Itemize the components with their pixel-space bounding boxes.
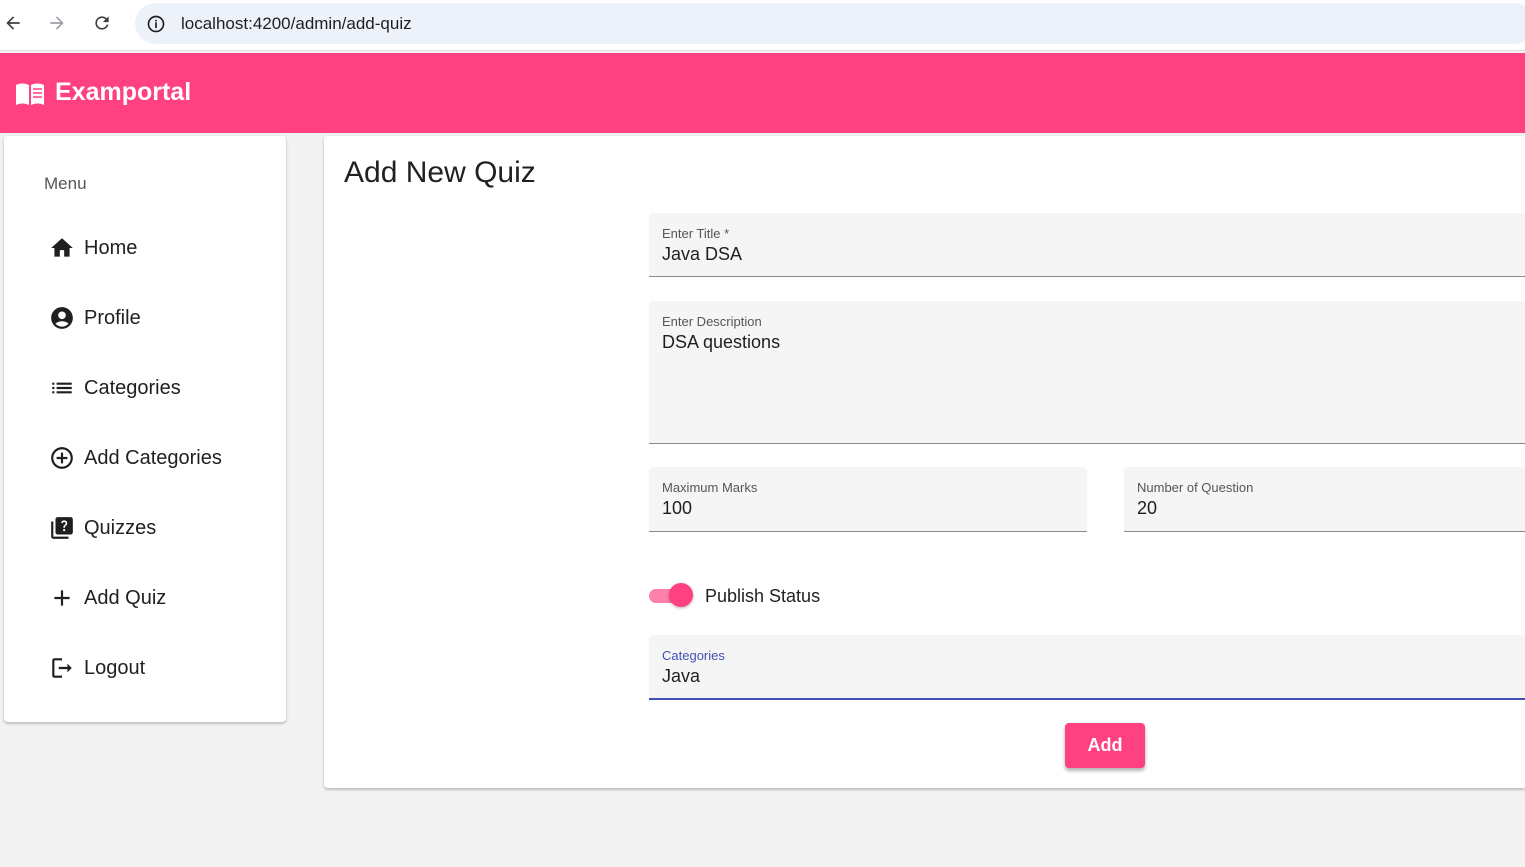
sidebar-item-home[interactable]: Home (48, 228, 268, 268)
categories-select[interactable]: Categories Java (649, 635, 1525, 700)
sidebar-item-logout[interactable]: Logout (48, 648, 268, 688)
back-arrow-icon (6, 16, 20, 30)
sidebar-item-label: Add Categories (84, 446, 222, 469)
add-button[interactable]: Add (1065, 723, 1145, 768)
num-questions-label: Number of Question (1137, 480, 1254, 495)
sidebar-item-categories[interactable]: Categories (48, 368, 268, 408)
switch-thumb[interactable] (669, 583, 693, 607)
sidebar-item-label: Categories (84, 376, 181, 399)
home-icon (48, 234, 76, 262)
title-input[interactable]: Java DSA (662, 244, 1450, 265)
brand-name[interactable]: Examportal (55, 78, 191, 107)
logout-icon (48, 654, 76, 682)
page-title: Add New Quiz (344, 156, 536, 189)
max-marks-input[interactable]: 100 (662, 498, 1056, 519)
quiz-icon (48, 514, 76, 542)
sidebar-item-label: Profile (84, 306, 141, 329)
back-button[interactable] (0, 10, 26, 36)
num-questions-field[interactable]: Number of Question 20 (1124, 467, 1525, 532)
description-textarea[interactable]: DSA questions (662, 332, 1450, 353)
info-icon[interactable] (145, 13, 167, 35)
sidebar-item-profile[interactable]: Profile (48, 298, 268, 338)
max-marks-field[interactable]: Maximum Marks 100 (649, 467, 1087, 532)
publish-status-label: Publish Status (705, 585, 821, 606)
sidebar-item-add-quiz[interactable]: Add Quiz (48, 578, 268, 618)
categories-label: Categories (662, 648, 725, 663)
add-icon (48, 584, 76, 612)
max-marks-label: Maximum Marks (662, 480, 758, 495)
categories-selected-value[interactable]: Java (662, 666, 1450, 687)
sidebar-item-label: Logout (84, 656, 146, 679)
add-quiz-card: Add New Quiz Enter Title * Java DSA Ente… (324, 136, 1525, 788)
app-toolbar: Examportal (0, 53, 1525, 133)
publish-switch[interactable] (649, 583, 693, 607)
description-field-label: Enter Description (662, 314, 762, 329)
browser-toolbar: localhost:4200/admin/add-quiz (0, 0, 1525, 51)
address-bar[interactable]: localhost:4200/admin/add-quiz (135, 3, 1525, 44)
reload-button[interactable] (89, 10, 115, 36)
sidebar-item-label: Home (84, 236, 138, 259)
reload-icon (95, 16, 109, 30)
add-circle-outline-icon (48, 444, 76, 472)
list-icon (48, 374, 76, 402)
sidebar: Menu Home Profile Categories Add Categor… (4, 136, 286, 722)
publish-toggle[interactable]: Publish Status (649, 582, 820, 610)
sidebar-item-label: Quizzes (84, 516, 157, 539)
description-field[interactable]: Enter Description DSA questions (649, 301, 1525, 444)
account-circle-icon (48, 304, 76, 332)
sidebar-item-quizzes[interactable]: Quizzes (48, 508, 268, 548)
num-questions-input[interactable]: 20 (1137, 498, 1498, 519)
menu-book-icon (16, 83, 44, 105)
sidebar-item-add-categories[interactable]: Add Categories (48, 438, 268, 478)
url-text[interactable]: localhost:4200/admin/add-quiz (181, 14, 412, 34)
title-field-label: Enter Title * (662, 226, 730, 241)
forward-arrow-icon (50, 16, 64, 30)
forward-button[interactable] (44, 10, 70, 36)
menu-header: Menu (44, 174, 87, 193)
sidebar-item-label: Add Quiz (84, 586, 167, 609)
title-field[interactable]: Enter Title * Java DSA (649, 213, 1525, 277)
